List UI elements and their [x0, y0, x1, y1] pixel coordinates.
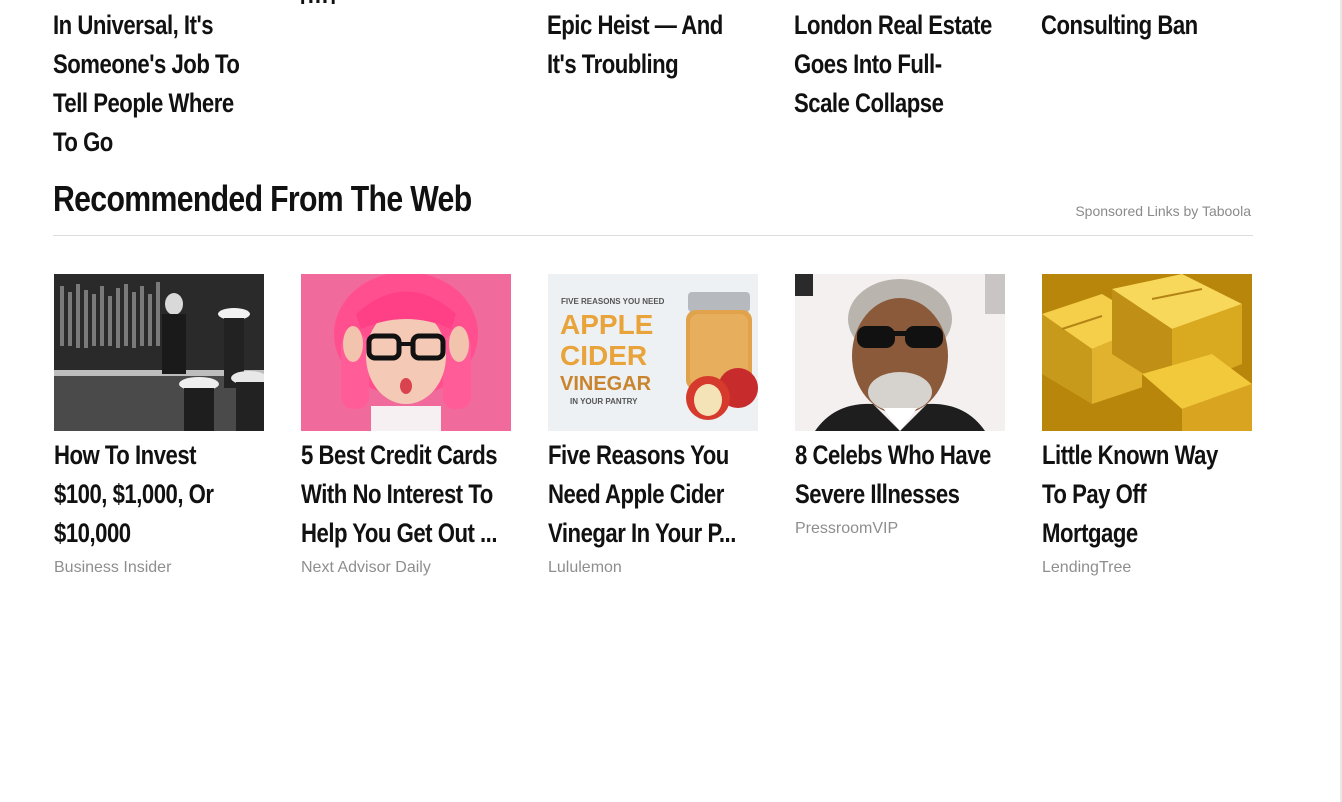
graphic-apple-text: APPLE	[560, 309, 653, 340]
recommended-card[interactable]: FIVE REASONS YOU NEED APPLE CIDER VINEGA…	[548, 274, 760, 577]
card-title-line: Need Apple Cider	[548, 479, 724, 509]
gold-bars-photo[interactable]	[1042, 274, 1252, 431]
top-story-title-line: Goes Into Full-	[794, 49, 942, 79]
section-title: Recommended From The Web	[53, 178, 472, 219]
card-title-line: Help You Get Out ...	[301, 518, 498, 548]
recommended-card[interactable]: 8 Celebs Who Have Severe Illnesses Press…	[795, 274, 1007, 538]
card-source[interactable]: Business Insider	[54, 559, 266, 577]
graphic-kicker-text: FIVE REASONS YOU NEED	[561, 297, 665, 306]
graphic-cider-text: CIDER	[560, 340, 647, 371]
card-title[interactable]: 8 Celebs Who Have Severe Illnesses	[795, 436, 1055, 514]
top-story-title-line: London Real Estate	[794, 10, 992, 40]
stock-exchange-photo[interactable]	[54, 274, 264, 431]
top-story-title-line: Consulting Ban	[1041, 10, 1198, 40]
card-title-line: 5 Best Credit Cards	[301, 440, 498, 470]
top-story-title-line: […]	[300, 0, 476, 4]
card-title-line: $10,000	[54, 518, 131, 548]
card-title[interactable]: Five Reasons You Need Apple Cider Vinega…	[548, 436, 808, 553]
celebrity-sunglasses-photo[interactable]	[795, 274, 1005, 431]
top-story-link[interactable]: Epic Heist — And It's Troubling	[547, 6, 762, 84]
top-story-title-line: It's Troubling	[547, 49, 679, 79]
top-story-title-line: Scale Collapse	[794, 88, 944, 118]
graphic-footer-text: IN YOUR PANTRY	[570, 397, 638, 406]
top-story-link[interactable]: London Real Estate Goes Into Full- Scale…	[794, 6, 1009, 123]
top-story-title-line: In Universal, It's	[53, 10, 214, 40]
card-title-line: Five Reasons You	[548, 440, 729, 470]
card-source[interactable]: LendingTree	[1042, 559, 1254, 577]
card-title-line: 8 Celebs Who Have	[795, 440, 991, 470]
top-story-link[interactable]: […]	[300, 0, 515, 4]
apple-cider-vinegar-graphic[interactable]: FIVE REASONS YOU NEED APPLE CIDER VINEGA…	[548, 274, 758, 431]
recommended-card[interactable]: 5 Best Credit Cards With No Interest To …	[301, 274, 513, 577]
graphic-vinegar-text: VINEGAR	[560, 373, 652, 395]
card-title-line: Severe Illnesses	[795, 479, 960, 509]
top-story-link[interactable]: In Universal, It's Someone's Job To Tell…	[53, 6, 268, 162]
card-title[interactable]: 5 Best Credit Cards With No Interest To …	[301, 436, 561, 553]
sponsored-links-label[interactable]: Sponsored Links by Taboola	[1075, 203, 1251, 219]
card-title-line: Vinegar In Your P...	[548, 518, 736, 548]
recommended-card[interactable]: Little Known Way To Pay Off Mortgage Len…	[1042, 274, 1254, 577]
card-source[interactable]: PressroomVIP	[795, 520, 1007, 538]
section-divider	[53, 235, 1253, 236]
top-story-title-line: Someone's Job To	[53, 49, 240, 79]
card-title-line: With No Interest To	[301, 479, 493, 509]
pink-hair-woman-photo[interactable]	[301, 274, 511, 431]
top-story-link[interactable]: Consulting Ban	[1041, 6, 1256, 45]
top-story-title-line: To Go	[53, 127, 113, 157]
top-story-title-line: Epic Heist — And	[547, 10, 723, 40]
card-title-line: To Pay Off	[1042, 479, 1147, 509]
top-story-title-line: Tell People Where	[53, 88, 234, 118]
card-title-line: Mortgage	[1042, 518, 1138, 548]
card-title[interactable]: How To Invest $100, $1,000, Or $10,000	[54, 436, 314, 553]
card-source[interactable]: Lululemon	[548, 559, 760, 577]
card-title-line: $100, $1,000, Or	[54, 479, 214, 509]
card-title[interactable]: Little Known Way To Pay Off Mortgage	[1042, 436, 1302, 553]
recommended-card[interactable]: How To Invest $100, $1,000, Or $10,000 B…	[54, 274, 266, 577]
card-title-line: How To Invest	[54, 440, 197, 470]
top-stories-row: In Universal, It's Someone's Job To Tell…	[0, 0, 1342, 170]
card-title-line: Little Known Way	[1042, 440, 1218, 470]
card-source[interactable]: Next Advisor Daily	[301, 559, 513, 577]
